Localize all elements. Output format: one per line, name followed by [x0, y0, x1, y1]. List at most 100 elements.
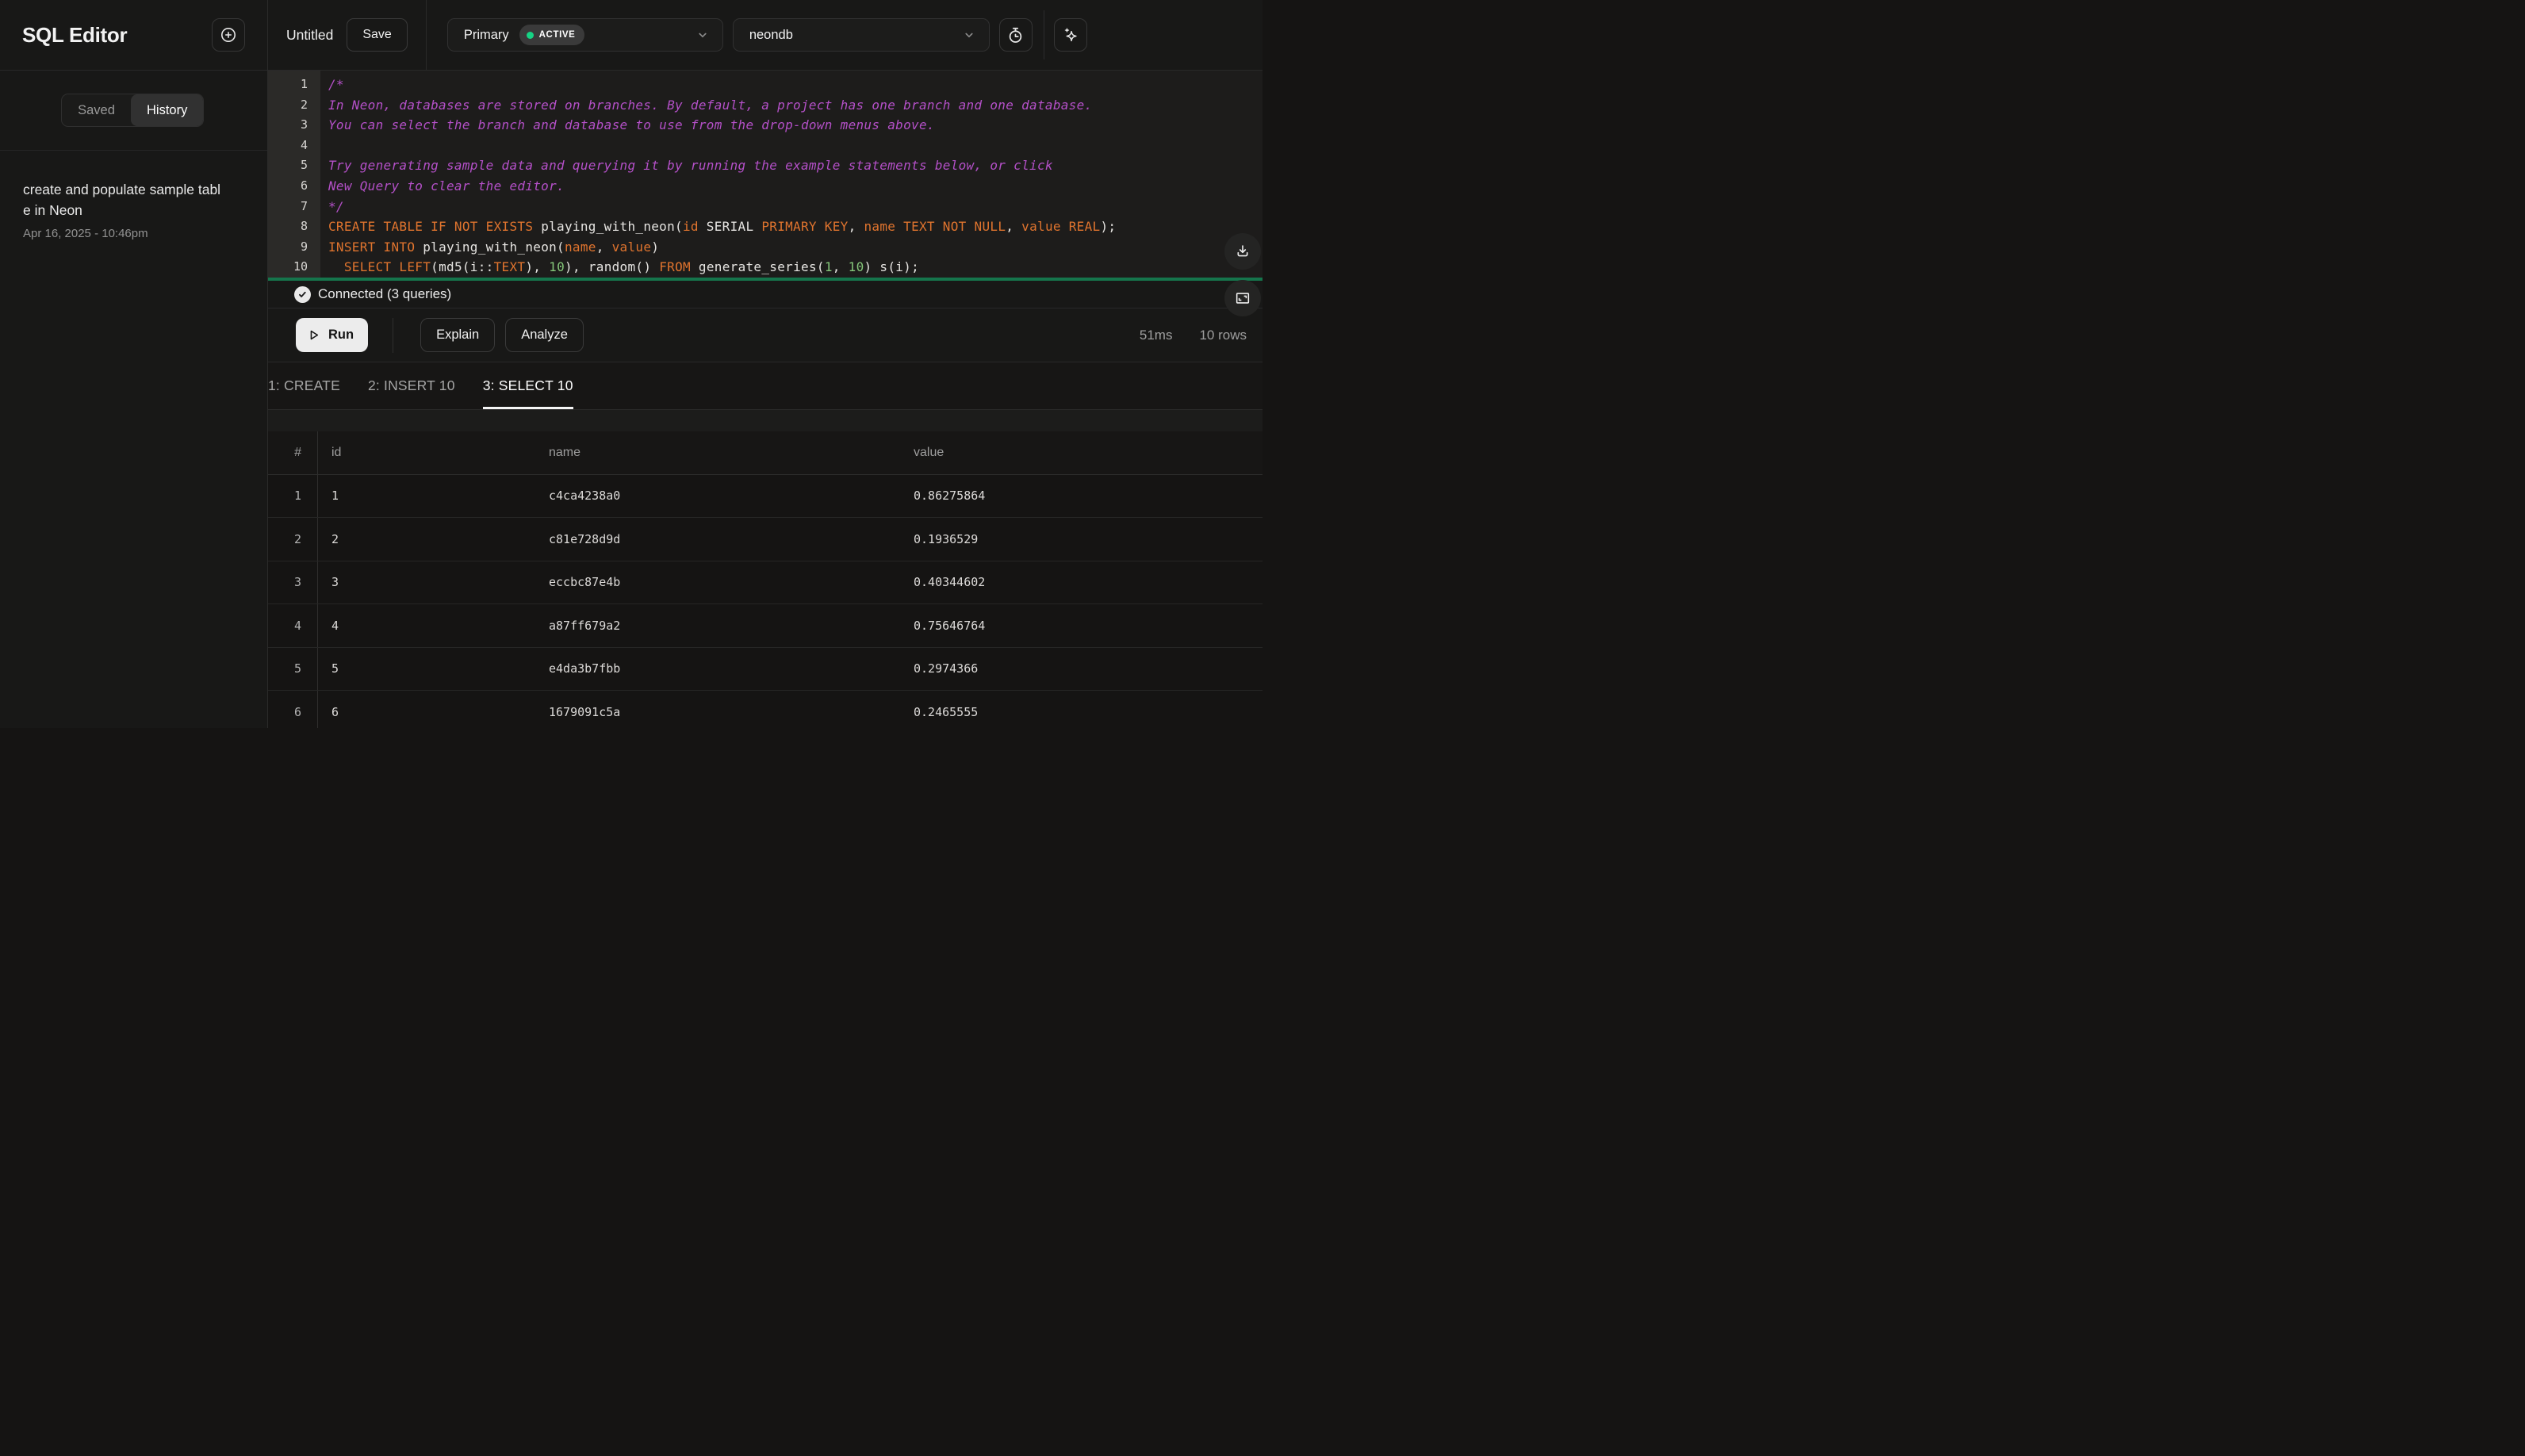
cell-value: 0.86275864 [914, 489, 986, 504]
code-area[interactable]: /* In Neon, databases are stored on branc… [320, 71, 1262, 278]
code-line[interactable] [328, 136, 1262, 156]
keyword-token: value [611, 239, 652, 255]
table-row[interactable]: 1 1 c4ca4238a0 0.86275864 [268, 474, 1262, 518]
number-token: 10 [848, 259, 864, 275]
cell-id: 1 [331, 489, 339, 504]
column-header-id: id [331, 445, 342, 459]
keyword-token: name [565, 239, 596, 255]
code-token: (md5(i:: [431, 259, 494, 275]
line-number: 4 [300, 137, 308, 152]
sidebar-header: SQL Editor [0, 0, 267, 71]
table-row[interactable]: 3 3 eccbc87e4b 0.40344602 [268, 561, 1262, 604]
line-number: 8 [300, 219, 308, 234]
table-row[interactable]: 4 4 a87ff679a2 0.75646764 [268, 604, 1262, 648]
code-token: , [596, 239, 612, 255]
keyword-token: id [682, 219, 699, 235]
sidebar: SQL Editor Saved History create and popu… [0, 0, 268, 728]
cell-value: 0.40344602 [914, 575, 986, 590]
code-line[interactable]: */ [328, 197, 1262, 217]
saved-history-toggle: Saved History [61, 94, 205, 127]
result-tab-2[interactable]: 2: INSERT 10 [368, 362, 455, 409]
line-number-gutter: 1 2 3 4 5 6 7 8 9 10 [268, 71, 320, 278]
cell-name: a87ff679a2 [549, 618, 621, 633]
keyword-token: SELECT LEFT [343, 259, 431, 275]
code-token: , [1006, 219, 1022, 235]
code-token: SERIAL [698, 219, 762, 235]
code-line[interactable]: INSERT INTO playing_with_neon(name, valu… [328, 237, 1262, 258]
code-editor[interactable]: 1 2 3 4 5 6 7 8 9 10 /* In Neon, databases are sto… [268, 71, 1262, 278]
tab-history[interactable]: History [131, 94, 204, 126]
query-timing-button[interactable] [998, 18, 1033, 52]
code-line[interactable]: Try generating sample data and querying … [328, 155, 1262, 176]
expand-results-button[interactable] [1224, 280, 1261, 316]
comment-token: In Neon, databases are stored on branche… [328, 97, 1093, 113]
cell-value: 0.75646764 [914, 618, 986, 633]
save-button[interactable]: Save [347, 18, 408, 52]
run-button-label: Run [328, 328, 354, 342]
results-panel: # id name value 1 1 c4ca4238a0 0.86275864 2 2 c81… [268, 410, 1262, 728]
table-row[interactable]: 5 5 e4da3b7fbb 0.2974366 [268, 647, 1262, 691]
new-query-button[interactable] [212, 18, 245, 52]
cell-id: 2 [331, 531, 339, 546]
column-header-value: value [914, 445, 944, 459]
connection-status-row: Connected (3 queries) [268, 281, 1262, 308]
code-line[interactable]: SELECT LEFT(md5(i::TEXT), 10), random() … [328, 257, 1262, 278]
row-number-cell: 6 [268, 691, 318, 728]
query-name: Untitled [286, 26, 334, 43]
active-dot [526, 31, 534, 39]
results-table-header: # id name value [268, 431, 1262, 475]
code-line[interactable]: You can select the branch and database t… [328, 115, 1262, 136]
branch-select-value: Primary [463, 27, 509, 42]
column-header-row-number: # [268, 431, 318, 474]
history-item-title: create and populate sample table in Neon [23, 182, 221, 219]
chevron-down-icon [962, 28, 976, 42]
line-number: 10 [293, 259, 308, 274]
cell-name: e4da3b7fbb [549, 661, 621, 676]
result-tab-1[interactable]: 1: CREATE [268, 362, 340, 409]
code-token: ), [525, 259, 550, 275]
keyword-token: TEXT [493, 259, 526, 275]
run-button[interactable]: Run [296, 318, 369, 352]
table-row[interactable]: 2 2 c81e728d9d 0.1936529 [268, 518, 1262, 561]
analyze-button[interactable]: Analyze [505, 318, 584, 352]
line-number: 3 [300, 117, 308, 132]
line-number: 1 [300, 77, 308, 91]
code-line[interactable]: New Query to clear the editor. [328, 176, 1262, 197]
code-token: playing_with_neon( [541, 219, 683, 235]
database-select-value: neondb [749, 27, 793, 42]
code-token: , [832, 259, 849, 275]
comment-token: You can select the branch and database t… [328, 117, 935, 133]
code-token: ) [651, 239, 660, 255]
code-line[interactable]: CREATE TABLE IF NOT EXISTS playing_with_… [328, 216, 1262, 237]
results-strip [268, 410, 1262, 431]
number-token: 1 [824, 259, 833, 275]
code-token: ), random() [565, 259, 660, 275]
line-number: 2 [300, 97, 308, 112]
history-list-item[interactable]: create and populate sample table in Neon… [0, 151, 267, 240]
result-tabs: 1: CREATE 2: INSERT 10 3: SELECT 10 [268, 362, 1262, 410]
download-icon [1234, 243, 1251, 260]
explain-button[interactable]: Explain [420, 318, 496, 352]
tab-saved[interactable]: Saved [62, 94, 131, 126]
download-results-button[interactable] [1224, 233, 1261, 270]
code-line[interactable]: In Neon, databases are stored on branche… [328, 95, 1262, 116]
code-token: generate_series( [690, 259, 825, 275]
stopwatch-icon [1006, 25, 1025, 45]
cell-id: 6 [331, 704, 339, 719]
keyword-token: INSERT INTO [328, 239, 423, 255]
database-select[interactable]: neondb [732, 18, 990, 52]
code-line[interactable]: /* [328, 75, 1262, 95]
results-table-body: 1 1 c4ca4238a0 0.86275864 2 2 c81e728d9d 0.1936… [268, 474, 1262, 728]
table-row[interactable]: 6 6 1679091c5a 0.2465555 [268, 691, 1262, 728]
ai-assist-button[interactable] [1053, 18, 1087, 52]
keyword-token: CREATE TABLE IF NOT EXISTS [328, 219, 542, 235]
branch-select[interactable]: Primary ACTIVE [446, 18, 723, 52]
line-number: 5 [300, 158, 308, 173]
branch-status-badge: ACTIVE [519, 25, 585, 45]
number-token: 10 [549, 259, 565, 275]
cell-value: 0.1936529 [914, 531, 979, 546]
row-number-cell: 1 [268, 474, 318, 517]
query-duration: 51ms [1139, 327, 1173, 343]
result-tab-3[interactable]: 3: SELECT 10 [482, 362, 573, 409]
keyword-token: name TEXT NOT NULL [864, 219, 1006, 235]
